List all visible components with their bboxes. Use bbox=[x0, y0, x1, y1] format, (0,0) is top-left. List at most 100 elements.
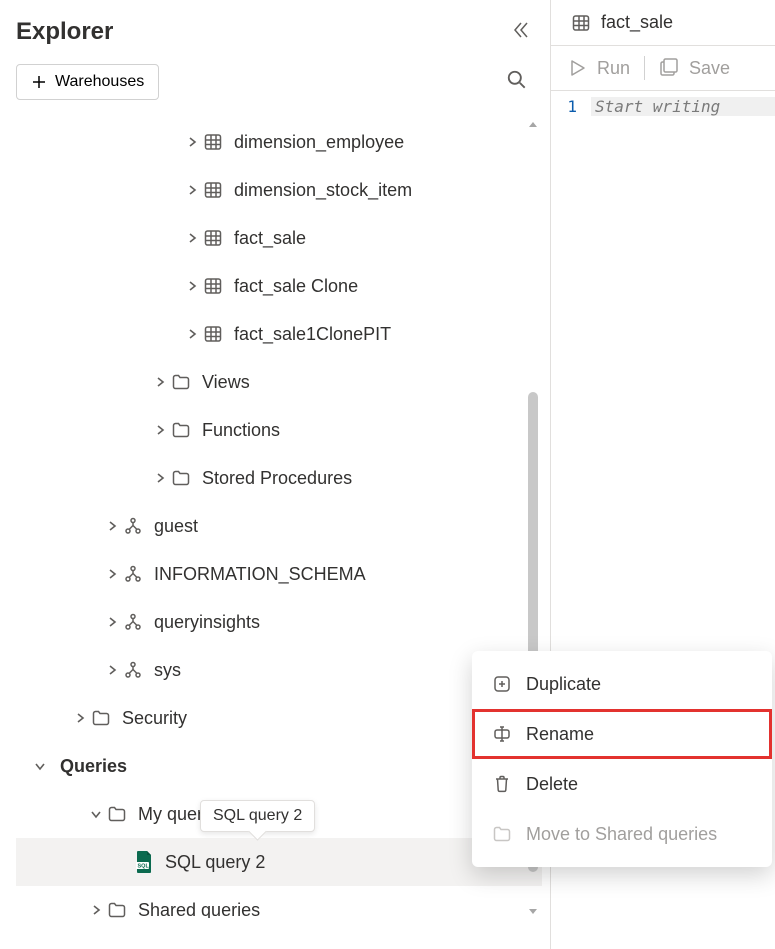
scroll-down-icon bbox=[526, 904, 540, 918]
tree-item-schema[interactable]: sys bbox=[16, 646, 542, 694]
table-icon bbox=[200, 132, 226, 152]
expand-chevron[interactable] bbox=[184, 328, 200, 340]
folder-icon bbox=[104, 804, 130, 824]
duplicate-icon bbox=[492, 674, 512, 694]
expand-chevron[interactable] bbox=[184, 232, 200, 244]
scroll-up-icon bbox=[526, 118, 540, 132]
line-number: 1 bbox=[551, 97, 591, 116]
code-placeholder: Start writing bbox=[591, 97, 775, 116]
tree-item-folder[interactable]: Functions bbox=[16, 406, 542, 454]
tree-item-label: fact_sale1ClonePIT bbox=[234, 324, 512, 345]
save-icon bbox=[659, 58, 679, 78]
plus-icon bbox=[31, 74, 47, 90]
table-icon bbox=[200, 228, 226, 248]
rename-icon bbox=[492, 724, 512, 744]
expand-chevron[interactable] bbox=[152, 376, 168, 388]
ctx-duplicate[interactable]: Duplicate bbox=[472, 659, 772, 709]
tree-item-label: queryinsights bbox=[154, 612, 512, 633]
chevron-right-icon bbox=[90, 904, 102, 916]
collapse-chevron[interactable] bbox=[88, 808, 104, 820]
tree-item-label: dimension_stock_item bbox=[234, 180, 512, 201]
expand-chevron[interactable] bbox=[104, 616, 120, 628]
ctx-label: Move to Shared queries bbox=[526, 824, 717, 845]
tree-item-label: Shared queries bbox=[138, 900, 512, 919]
chevron-down-icon bbox=[90, 808, 102, 820]
chevron-right-icon bbox=[74, 712, 86, 724]
play-icon bbox=[567, 58, 587, 78]
folder-icon bbox=[168, 420, 194, 440]
tree-item-label: Queries bbox=[60, 756, 512, 777]
expand-chevron[interactable] bbox=[184, 136, 200, 148]
tree-item-shared-queries[interactable]: Shared queries bbox=[16, 886, 542, 918]
chevron-right-icon bbox=[154, 424, 166, 436]
tree-item-schema[interactable]: queryinsights bbox=[16, 598, 542, 646]
tree-item-my-queries[interactable]: My quer bbox=[16, 790, 542, 838]
folder-icon bbox=[168, 468, 194, 488]
table-icon bbox=[200, 276, 226, 296]
search-button[interactable] bbox=[500, 63, 534, 100]
tree-section-queries[interactable]: Queries bbox=[16, 742, 542, 790]
ctx-label: Duplicate bbox=[526, 674, 601, 695]
schema-icon bbox=[120, 660, 146, 680]
expand-chevron[interactable] bbox=[104, 664, 120, 676]
explorer-title: Explorer bbox=[16, 18, 113, 46]
warehouses-label: Warehouses bbox=[55, 73, 144, 91]
tree-item-label: fact_sale Clone bbox=[234, 276, 512, 297]
ctx-rename[interactable]: Rename bbox=[472, 709, 772, 759]
tree-item-schema[interactable]: INFORMATION_SCHEMA bbox=[16, 550, 542, 598]
chevron-right-icon bbox=[154, 472, 166, 484]
code-editor[interactable]: 1 Start writing bbox=[551, 91, 775, 116]
save-label: Save bbox=[689, 58, 730, 79]
tree-item-table[interactable]: dimension_stock_item bbox=[16, 166, 542, 214]
folder-icon bbox=[492, 824, 512, 844]
tree-item-label: sys bbox=[154, 660, 512, 681]
table-icon bbox=[571, 13, 591, 33]
save-button[interactable]: Save bbox=[659, 58, 730, 79]
expand-chevron[interactable] bbox=[104, 568, 120, 580]
tree-item-label: dimension_employee bbox=[234, 132, 512, 153]
ctx-label: Delete bbox=[526, 774, 578, 795]
tree-item-folder[interactable]: Stored Procedures bbox=[16, 454, 542, 502]
ctx-delete[interactable]: Delete bbox=[472, 759, 772, 809]
collapse-panel-button[interactable] bbox=[506, 16, 534, 47]
tree-item-label: guest bbox=[154, 516, 512, 537]
chevron-right-icon bbox=[186, 184, 198, 196]
context-menu: Duplicate Rename Delete Move to Shared q… bbox=[472, 651, 772, 867]
tree-item-table[interactable]: fact_sale1ClonePIT bbox=[16, 310, 542, 358]
toolbar-separator bbox=[644, 56, 645, 80]
chevron-right-icon bbox=[106, 664, 118, 676]
expand-chevron[interactable] bbox=[152, 424, 168, 436]
chevron-double-left-icon bbox=[510, 20, 530, 40]
expand-chevron[interactable] bbox=[104, 520, 120, 532]
expand-chevron[interactable] bbox=[72, 712, 88, 724]
chevron-right-icon bbox=[186, 328, 198, 340]
collapse-chevron[interactable] bbox=[32, 760, 48, 772]
run-button[interactable]: Run bbox=[567, 58, 630, 79]
expand-chevron[interactable] bbox=[152, 472, 168, 484]
chevron-right-icon bbox=[186, 232, 198, 244]
table-icon bbox=[200, 324, 226, 344]
tree-item-label: My quer bbox=[138, 804, 512, 825]
tree-item-label: INFORMATION_SCHEMA bbox=[154, 564, 512, 585]
folder-icon bbox=[88, 708, 114, 728]
tree-item-table[interactable]: dimension_employee bbox=[16, 118, 542, 166]
run-label: Run bbox=[597, 58, 630, 79]
chevron-right-icon bbox=[106, 520, 118, 532]
chevron-down-icon bbox=[34, 760, 46, 772]
expand-chevron[interactable] bbox=[184, 280, 200, 292]
chevron-right-icon bbox=[106, 616, 118, 628]
tree-item-security[interactable]: Security bbox=[16, 694, 542, 742]
expand-chevron[interactable] bbox=[88, 904, 104, 916]
tree-item-schema[interactable]: guest bbox=[16, 502, 542, 550]
expand-chevron[interactable] bbox=[184, 184, 200, 196]
chevron-right-icon bbox=[154, 376, 166, 388]
tree-item-label: fact_sale bbox=[234, 228, 512, 249]
tree-item-sql-query[interactable]: SQL query 2 bbox=[16, 838, 542, 886]
tree-item-table[interactable]: fact_sale bbox=[16, 214, 542, 262]
tree-item-table[interactable]: fact_sale Clone bbox=[16, 262, 542, 310]
editor-tab[interactable]: fact_sale bbox=[551, 0, 775, 46]
editor-tab-title: fact_sale bbox=[601, 12, 673, 33]
warehouses-button[interactable]: Warehouses bbox=[16, 64, 159, 100]
table-icon bbox=[200, 180, 226, 200]
tree-item-folder[interactable]: Views bbox=[16, 358, 542, 406]
